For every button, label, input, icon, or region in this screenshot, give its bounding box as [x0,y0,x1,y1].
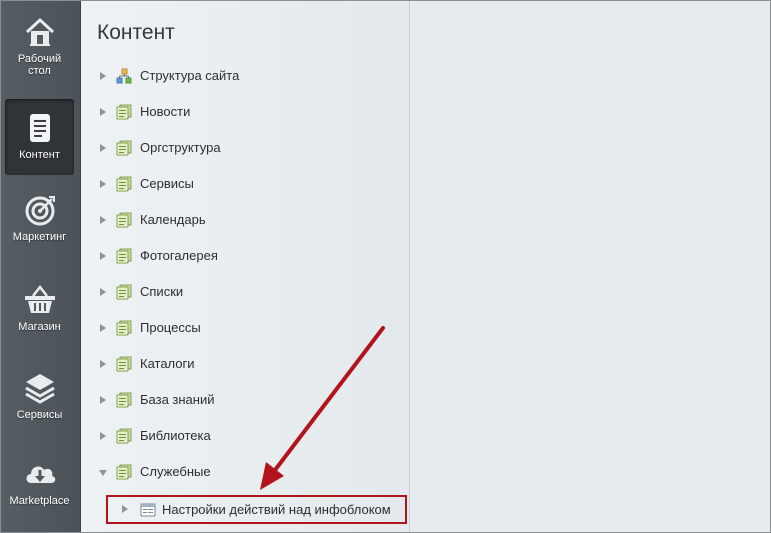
infoblock-icon [116,212,132,228]
expand-arrow-icon[interactable] [100,324,106,332]
tree-item[interactable]: Библиотека [81,426,401,448]
nav-item-services[interactable]: Сервисы [5,371,74,423]
site-structure-icon [116,68,132,84]
nav-label: Маркетинг [12,231,67,243]
nav-item-content[interactable]: Контент [5,99,74,175]
main-nav: Рабочий стол Контент Маркетинг Магазин С… [1,1,81,532]
nav-label: Контент [19,149,60,161]
expand-arrow-icon[interactable] [100,396,106,404]
nav-label: Marketplace [9,495,70,507]
tree-item-label: Каталоги [140,356,195,371]
infoblock-icon [116,284,132,300]
main-content-area [410,1,770,532]
expand-arrow-icon[interactable] [100,252,106,260]
nav-item-marketplace[interactable]: Marketplace [5,457,74,507]
tree-item[interactable]: Процессы [81,318,401,340]
tree-item-label: Структура сайта [140,68,240,83]
tree-item-label: Процессы [140,320,201,335]
expand-arrow-icon[interactable] [100,72,106,80]
nav-item-shop[interactable]: Магазин [5,283,74,333]
settings-form-icon [140,503,156,517]
home-icon [25,17,54,46]
expand-arrow-icon[interactable] [100,288,106,296]
infoblock-icon [116,464,132,480]
tree-item-label: База знаний [140,392,215,407]
tree-item-label: Настройки действий над инфоблоком [162,502,391,517]
tree-item[interactable]: Каталоги [81,354,401,376]
page-title: Контент [97,21,175,44]
tree-item[interactable]: Фотогалерея [81,246,401,268]
cloud-download-icon [26,466,55,483]
nav-label: Рабочий стол [17,53,62,77]
expand-arrow-icon[interactable] [100,360,106,368]
tree-item-label: Сервисы [140,176,194,191]
tree-item-label: Служебные [140,464,211,479]
expand-arrow-icon[interactable] [100,432,106,440]
content-tree-panel: Контент Структура сайта Новости Оргструк… [81,1,410,532]
layers-icon [24,374,55,404]
app-window: Рабочий стол Контент Маркетинг Магазин С… [0,0,771,533]
document-icon [29,114,50,142]
tree-item-label: Оргструктура [140,140,221,155]
tree-item[interactable]: Списки [81,282,401,304]
infoblock-icon [116,320,132,336]
expand-arrow-icon[interactable] [100,144,106,152]
tree-item[interactable]: Структура сайта [81,66,401,88]
infoblock-icon [116,356,132,372]
tree-item[interactable]: База знаний [81,390,401,412]
tree-item-infoblock-action-settings[interactable]: Настройки действий над инфоблоком [106,495,407,524]
expand-arrow-icon[interactable] [100,180,106,188]
nav-item-marketing[interactable]: Маркетинг [5,193,74,249]
expand-arrow-icon[interactable] [122,505,128,513]
nav-label: Сервисы [16,409,63,421]
expand-arrow-icon[interactable] [100,216,106,224]
tree-item[interactable]: Сервисы [81,174,401,196]
tree-item-label: Фотогалерея [140,248,218,263]
tree-item[interactable]: Служебные [81,462,401,484]
tree-item-label: Новости [140,104,191,119]
infoblock-icon [116,248,132,264]
basket-icon [24,284,55,313]
tree-item[interactable]: Новости [81,102,401,124]
tree-item-label: Библиотека [140,428,211,443]
nav-item-desktop[interactable]: Рабочий стол [5,15,74,87]
infoblock-icon [116,428,132,444]
tree-item-label: Списки [140,284,184,299]
infoblock-icon [116,104,132,120]
infoblock-icon [116,176,132,192]
tree-item[interactable]: Календарь [81,210,401,232]
target-icon [25,196,55,226]
infoblock-icon [116,392,132,408]
expand-arrow-icon[interactable] [100,108,106,116]
infoblock-icon [116,140,132,156]
nav-label: Магазин [18,321,61,333]
tree-item[interactable]: Оргструктура [81,138,401,160]
collapse-arrow-icon[interactable] [99,470,107,476]
tree-item-label: Календарь [140,212,206,227]
